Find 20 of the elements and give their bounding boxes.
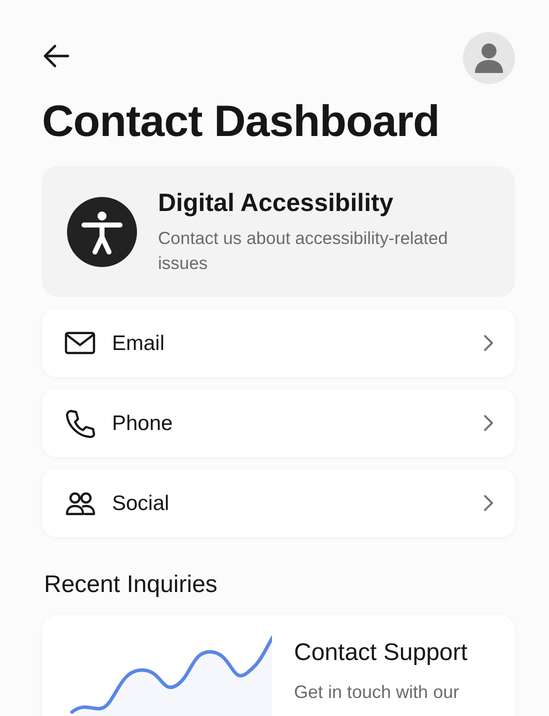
- back-button[interactable]: [42, 42, 70, 70]
- section-heading: Recent Inquiries: [44, 570, 218, 600]
- support-card[interactable]: Contact Support Get in touch with our: [42, 615, 515, 716]
- accessibility-icon: [66, 196, 138, 268]
- avatar-button[interactable]: [463, 32, 515, 84]
- user-icon: [474, 42, 504, 74]
- contact-option[interactable]: Phone: [42, 389, 515, 458]
- chevron-right-icon: [483, 414, 495, 432]
- contact-option[interactable]: Email: [42, 309, 515, 378]
- page-title: Contact Dashboard: [42, 98, 440, 146]
- support-title: Contact Support: [294, 639, 468, 668]
- card-description: Contact us about accessibility-related issues: [158, 227, 449, 275]
- support-description: Get in touch with our: [294, 681, 460, 704]
- chevron-right-icon: [483, 334, 495, 352]
- accessibility-card[interactable]: Digital Accessibility Contact us about accessibility-related issues: [42, 166, 515, 298]
- contact-option[interactable]: Social: [42, 469, 515, 538]
- card-title: Digital Accessibility: [158, 188, 394, 218]
- phone-icon: [64, 408, 96, 438]
- chevron-right-icon: [483, 494, 495, 512]
- back-arrow-icon: [42, 42, 70, 70]
